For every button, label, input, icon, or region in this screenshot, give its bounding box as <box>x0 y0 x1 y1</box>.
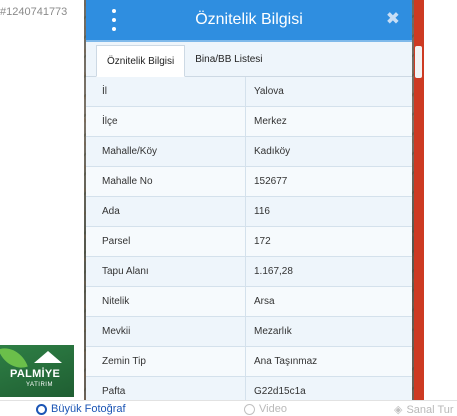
row-key: Nitelik <box>86 287 246 316</box>
row-value: 152677 <box>254 176 288 187</box>
row-key: Parsel <box>86 227 246 256</box>
row-key: Ada <box>86 197 246 226</box>
big-photo-label: Büyük Fotoğraf <box>51 403 126 415</box>
row-value: 1.167,28 <box>254 266 293 277</box>
row-value: Mezarlık <box>254 326 292 337</box>
row-key: Mevkii <box>86 317 246 346</box>
tab-building-list[interactable]: Bina/BB Listesi <box>185 44 272 76</box>
row-value: Ana Taşınmaz <box>254 356 318 367</box>
listing-id: #1240741773 <box>0 6 68 18</box>
row-key: Tapu Alanı <box>86 257 246 286</box>
more-vertical-icon[interactable] <box>108 9 120 31</box>
row-key: Zemin Tip <box>86 347 246 376</box>
logo-brand: PALMİYE <box>10 368 61 380</box>
table-row: Tapu Alanı 1.167,28 <box>86 257 412 287</box>
row-key: Mahalle/Köy <box>86 137 246 166</box>
search-icon <box>36 403 47 415</box>
table-row: Mevkii Mezarlık <box>86 317 412 347</box>
table-row: İlçe Merkez <box>86 107 412 137</box>
dialog-header: Öznitelik Bilgisi ✖ <box>86 0 412 42</box>
table-row: Ada 116 <box>86 197 412 227</box>
table-row: Zemin Tip Ana Taşınmaz <box>86 347 412 377</box>
table-row: İl Yalova <box>86 77 412 107</box>
virtual-tour-button[interactable]: ◈ Sanal Tur <box>394 403 454 416</box>
row-value: Kadıköy <box>254 146 291 157</box>
virtual-tour-icon: ◈ <box>394 404 403 416</box>
row-value: G22d15c1a <box>254 386 306 397</box>
video-button[interactable]: Video <box>244 403 287 415</box>
bottom-bar: Büyük Fotoğraf Video ◈ Sanal Tur <box>0 400 457 416</box>
row-value: Merkez <box>254 116 287 127</box>
row-value: 172 <box>254 236 271 247</box>
attribute-table: İl Yalova İlçe Merkez Mahalle/Köy Kadıköy M… <box>86 77 412 400</box>
big-photo-button[interactable]: Büyük Fotoğraf <box>36 403 126 415</box>
table-row: Nitelik Arsa <box>86 287 412 317</box>
table-row: Mahalle No 152677 <box>86 167 412 197</box>
house-roof-icon <box>34 351 62 363</box>
row-key: Pafta <box>86 377 246 400</box>
row-value: Yalova <box>254 86 284 97</box>
table-row: Mahalle/Köy Kadıköy <box>86 137 412 167</box>
table-row: Pafta G22d15c1a <box>86 377 412 400</box>
video-label: Video <box>259 403 287 415</box>
row-key: İlçe <box>86 107 246 136</box>
tab-attribute-info[interactable]: Öznitelik Bilgisi <box>96 45 186 77</box>
close-icon[interactable]: ✖ <box>386 9 400 29</box>
scrollbar-thumb[interactable] <box>415 46 422 78</box>
table-row: Parsel 172 <box>86 227 412 257</box>
logo-subtitle: YATIRIM <box>26 382 53 388</box>
dialog-title: Öznitelik Bilgisi <box>195 11 303 28</box>
row-value: Arsa <box>254 296 275 307</box>
palmiye-logo: PALMİYE YATIRIM <box>0 345 74 397</box>
virtual-tour-label: Sanal Tur <box>406 403 454 416</box>
row-key: İl <box>86 77 246 106</box>
play-icon <box>244 403 255 415</box>
attribute-dialog: Öznitelik Bilgisi ✖ Öznitelik Bilgisi Bi… <box>86 0 412 400</box>
dialog-tabs: Öznitelik Bilgisi Bina/BB Listesi <box>86 42 412 77</box>
row-key: Mahalle No <box>86 167 246 196</box>
scrollbar[interactable] <box>414 0 424 400</box>
row-value: 116 <box>254 206 270 217</box>
